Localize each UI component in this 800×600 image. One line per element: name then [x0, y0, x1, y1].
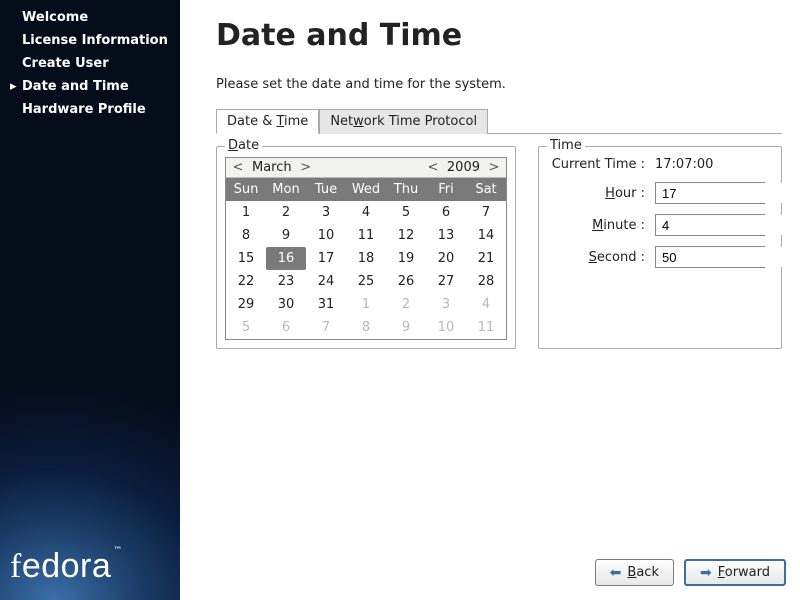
calendar-day[interactable]: 7 [306, 316, 346, 339]
hour-label: Hour : [547, 186, 655, 201]
tab-bar: Date & Time Network Time Protocol [216, 108, 782, 134]
sidebar-item-license-information[interactable]: License Information [10, 31, 174, 54]
minute-label: Minute : [547, 218, 655, 233]
time-group: Time Current Time : 17:07:00 Hour : ▲▼ M… [538, 146, 782, 349]
minute-stepper[interactable]: ▲▼ [655, 214, 765, 236]
calendar-day[interactable]: 25 [346, 270, 386, 293]
calendar-day[interactable]: 27 [426, 270, 466, 293]
calendar-day[interactable]: 6 [266, 316, 306, 339]
sidebar: Welcome License Information Create User … [0, 0, 180, 600]
caret-right-icon: ▸ [10, 79, 22, 94]
sidebar-item-create-user[interactable]: Create User [10, 54, 174, 77]
arrow-left-icon: ⬅ [610, 566, 622, 580]
calendar-day[interactable]: 7 [466, 201, 506, 224]
calendar-day[interactable]: 16 [266, 247, 306, 270]
calendar-day[interactable]: 11 [466, 316, 506, 339]
prev-year-button[interactable]: < [425, 160, 441, 175]
calendar-day[interactable]: 5 [226, 316, 266, 339]
calendar-month[interactable]: March [246, 160, 298, 175]
calendar-dow: Sat [466, 178, 506, 201]
prev-month-button[interactable]: < [230, 160, 246, 175]
calendar-header: < March > < 2009 > [226, 158, 506, 178]
calendar-day[interactable]: 21 [466, 247, 506, 270]
sidebar-item-welcome[interactable]: Welcome [10, 8, 174, 31]
calendar-day[interactable]: 2 [266, 201, 306, 224]
calendar-day[interactable]: 29 [226, 293, 266, 316]
date-legend: Date [225, 138, 262, 153]
calendar-day[interactable]: 4 [466, 293, 506, 316]
calendar-day[interactable]: 28 [466, 270, 506, 293]
calendar-day[interactable]: 11 [346, 224, 386, 247]
next-year-button[interactable]: > [486, 160, 502, 175]
time-legend: Time [547, 138, 585, 153]
calendar-dow: Tue [306, 178, 346, 201]
nav-list: Welcome License Information Create User … [0, 0, 180, 123]
calendar-dow: Mon [266, 178, 306, 201]
calendar-day[interactable]: 10 [306, 224, 346, 247]
calendar-day[interactable]: 23 [266, 270, 306, 293]
calendar-day[interactable]: 13 [426, 224, 466, 247]
calendar: < March > < 2009 > SunMonTueWedThuFriSat… [225, 157, 507, 340]
calendar-day[interactable]: 17 [306, 247, 346, 270]
calendar-day[interactable]: 9 [386, 316, 426, 339]
second-stepper[interactable]: ▲▼ [655, 246, 765, 268]
forward-button[interactable]: ➡ Forward [684, 559, 786, 586]
calendar-day[interactable]: 12 [386, 224, 426, 247]
page-title: Date and Time [216, 18, 782, 53]
current-time-value: 17:07:00 [655, 157, 713, 172]
hour-stepper[interactable]: ▲▼ [655, 182, 765, 204]
calendar-day[interactable]: 15 [226, 247, 266, 270]
minute-input[interactable] [656, 215, 800, 235]
calendar-day[interactable]: 22 [226, 270, 266, 293]
next-month-button[interactable]: > [298, 160, 314, 175]
second-input[interactable] [656, 247, 800, 267]
calendar-dow: Thu [386, 178, 426, 201]
calendar-grid: SunMonTueWedThuFriSat1234567891011121314… [226, 178, 506, 339]
back-button[interactable]: ⬅ Back [595, 559, 674, 586]
tab-date-time[interactable]: Date & Time [216, 109, 319, 134]
tab-network-time-protocol[interactable]: Network Time Protocol [319, 109, 488, 134]
calendar-day[interactable]: 5 [386, 201, 426, 224]
calendar-day[interactable]: 20 [426, 247, 466, 270]
fedora-logo: fedora™ [10, 546, 123, 586]
second-label: Second : [547, 250, 655, 265]
calendar-dow: Wed [346, 178, 386, 201]
calendar-day[interactable]: 26 [386, 270, 426, 293]
sidebar-item-hardware-profile[interactable]: Hardware Profile [10, 100, 174, 123]
hour-input[interactable] [656, 183, 800, 203]
calendar-day[interactable]: 31 [306, 293, 346, 316]
calendar-day[interactable]: 30 [266, 293, 306, 316]
calendar-day[interactable]: 8 [346, 316, 386, 339]
calendar-day[interactable]: 9 [266, 224, 306, 247]
calendar-day[interactable]: 1 [226, 201, 266, 224]
calendar-day[interactable]: 4 [346, 201, 386, 224]
calendar-day[interactable]: 8 [226, 224, 266, 247]
current-time-label: Current Time : [547, 157, 655, 172]
calendar-day[interactable]: 2 [386, 293, 426, 316]
calendar-day[interactable]: 3 [426, 293, 466, 316]
main-panel: Date and Time Please set the date and ti… [180, 0, 800, 600]
date-group: Date < March > < 2009 > SunMonTueWedThuF… [216, 146, 516, 349]
calendar-day[interactable]: 10 [426, 316, 466, 339]
calendar-dow: Fri [426, 178, 466, 201]
calendar-day[interactable]: 3 [306, 201, 346, 224]
calendar-year[interactable]: 2009 [441, 160, 486, 175]
calendar-day[interactable]: 19 [386, 247, 426, 270]
calendar-day[interactable]: 14 [466, 224, 506, 247]
calendar-day[interactable]: 18 [346, 247, 386, 270]
calendar-day[interactable]: 6 [426, 201, 466, 224]
footer-buttons: ⬅ Back ➡ Forward [595, 559, 786, 586]
sidebar-item-date-and-time[interactable]: ▸Date and Time [10, 77, 174, 100]
calendar-day[interactable]: 24 [306, 270, 346, 293]
page-instruction: Please set the date and time for the sys… [216, 77, 782, 92]
calendar-day[interactable]: 1 [346, 293, 386, 316]
calendar-dow: Sun [226, 178, 266, 201]
arrow-right-icon: ➡ [700, 566, 712, 580]
